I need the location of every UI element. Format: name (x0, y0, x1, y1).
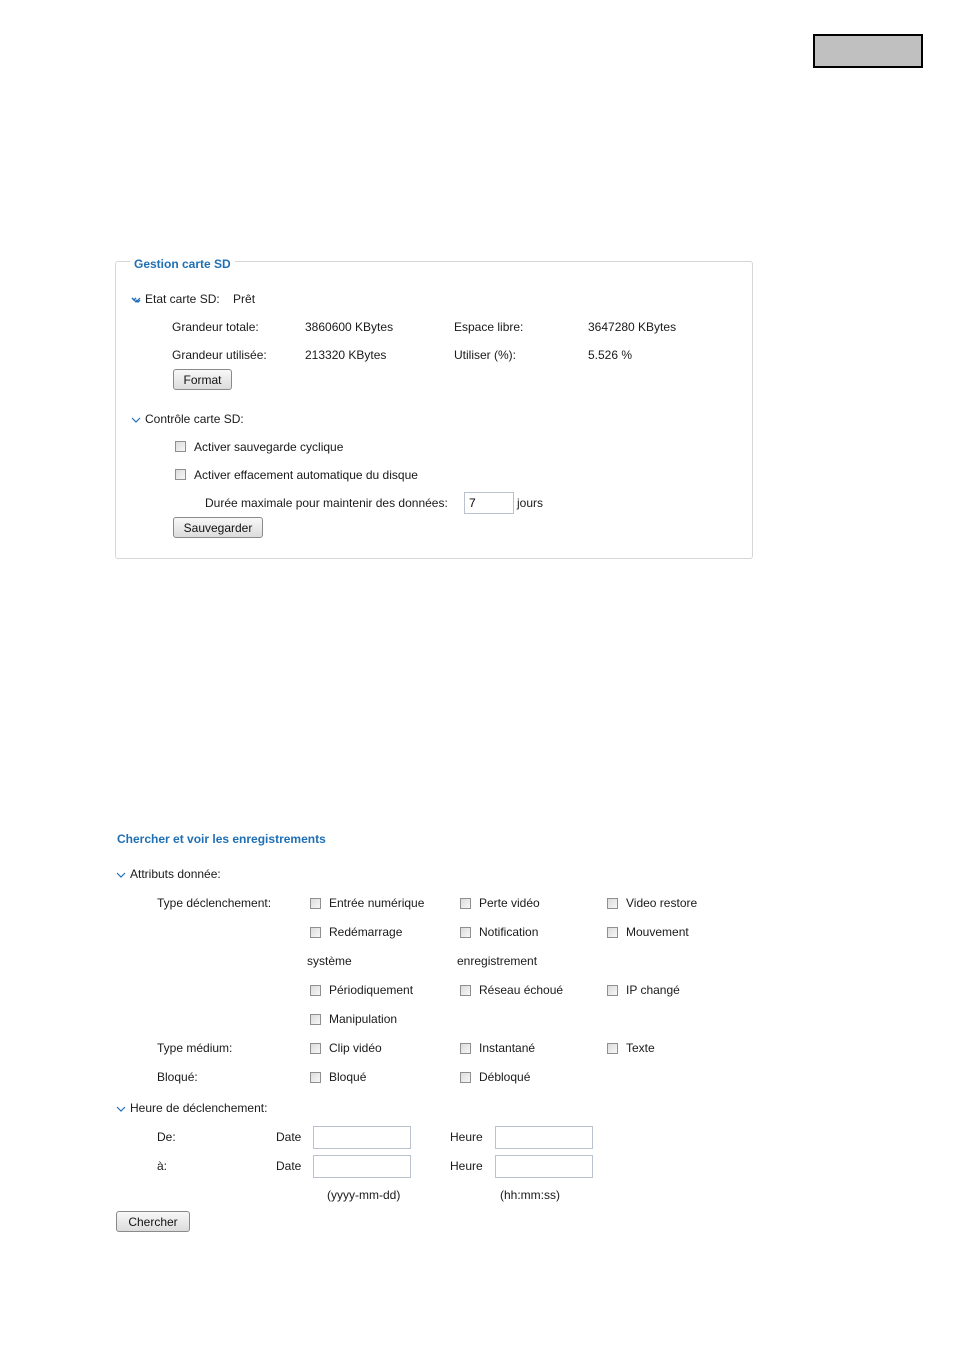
total-size-label: Grandeur totale: (172, 320, 259, 334)
unlocked-option-label: Débloqué (479, 1070, 531, 1084)
used-size-value: 213320 KBytes (305, 348, 387, 362)
auto-delete-label: Activer effacement automatique du disque (194, 468, 418, 482)
cyclic-recording-label: Activer sauvegarde cyclique (194, 440, 344, 454)
auto-delete-checkbox[interactable] (175, 469, 186, 480)
locked-label: Bloqué: (157, 1070, 198, 1084)
chevron-down-icon (131, 417, 141, 423)
save-button[interactable]: Sauvegarder (173, 517, 263, 538)
unlocked-checkbox[interactable] (460, 1072, 471, 1083)
from-time-input[interactable] (495, 1126, 593, 1149)
search-section-title: Chercher et voir les enregistrements (117, 832, 326, 846)
reboot-label: Redémarrage (329, 925, 403, 939)
usage-percent-label: Utiliser (%): (454, 348, 516, 362)
tampering-checkbox[interactable] (310, 1014, 321, 1025)
to-date-input[interactable] (313, 1155, 411, 1178)
clip-checkbox[interactable] (310, 1043, 321, 1054)
sd-status-row: Etat carte SD: Prêt (131, 292, 255, 306)
notification-label: Notification (479, 925, 539, 939)
network-fail-checkbox[interactable] (460, 985, 471, 996)
format-button[interactable]: Format (173, 369, 232, 390)
from-time-label: Heure (450, 1130, 483, 1144)
sd-control-label: Contrôle carte SD: (145, 412, 244, 426)
total-size-value: 3860600 KBytes (305, 320, 394, 334)
page-header-box (813, 34, 923, 68)
free-space-value: 3647280 KBytes (588, 320, 677, 334)
notification-label-cont: enregistrement (457, 954, 538, 968)
ip-changed-label: IP changé (626, 983, 680, 997)
max-duration-label: Durée maximale pour maintenir des donnée… (205, 496, 448, 510)
free-space-label: Espace libre: (454, 320, 524, 334)
clip-label: Clip vidéo (329, 1041, 382, 1055)
locked-option-label: Bloqué (329, 1070, 367, 1084)
to-time-input[interactable] (495, 1155, 593, 1178)
sd-status-value: Prêt (233, 292, 256, 306)
trigger-time-label: Heure de déclenchement: (130, 1101, 268, 1115)
used-size-label: Grandeur utilisée: (172, 348, 267, 362)
reboot-label-cont: système (307, 954, 352, 968)
from-label: De: (157, 1130, 176, 1144)
video-loss-label: Perte vidéo (479, 896, 540, 910)
days-unit-label: jours (517, 496, 544, 510)
video-restore-checkbox[interactable] (607, 898, 618, 909)
to-label: à: (157, 1159, 168, 1173)
periodic-checkbox[interactable] (310, 985, 321, 996)
video-loss-checkbox[interactable] (460, 898, 471, 909)
attributes-row: Attributs donnée: (116, 867, 221, 881)
sd-status-label: Etat carte SD: (145, 292, 220, 306)
motion-label: Mouvement (626, 925, 689, 939)
from-date-label: Date (276, 1130, 302, 1144)
snapshot-label: Instantané (479, 1041, 536, 1055)
trigger-time-row: Heure de déclenchement: (116, 1101, 267, 1115)
date-format-hint: (yyyy-mm-dd) (327, 1188, 401, 1202)
text-label: Texte (626, 1041, 655, 1055)
time-format-hint: (hh:mm:ss) (500, 1188, 560, 1202)
cyclic-recording-checkbox[interactable] (175, 441, 186, 452)
digital-input-checkbox[interactable] (310, 898, 321, 909)
network-fail-label: Réseau échoué (479, 983, 564, 997)
media-type-label: Type médium: (157, 1041, 233, 1055)
ip-changed-checkbox[interactable] (607, 985, 618, 996)
tampering-label: Manipulation (329, 1012, 398, 1026)
chevron-down-icon (131, 297, 141, 303)
video-restore-label: Video restore (626, 896, 698, 910)
snapshot-checkbox[interactable] (460, 1043, 471, 1054)
notification-checkbox[interactable] (460, 927, 471, 938)
to-date-label: Date (276, 1159, 302, 1173)
to-time-label: Heure (450, 1159, 483, 1173)
text-checkbox[interactable] (607, 1043, 618, 1054)
reboot-checkbox[interactable] (310, 927, 321, 938)
from-date-input[interactable] (313, 1126, 411, 1149)
sd-panel-legend: Gestion carte SD (130, 257, 235, 271)
periodic-label: Périodiquement (329, 983, 414, 997)
motion-checkbox[interactable] (607, 927, 618, 938)
locked-checkbox[interactable] (310, 1072, 321, 1083)
max-duration-input[interactable] (464, 492, 514, 514)
sd-control-row: Contrôle carte SD: (131, 412, 244, 426)
trigger-type-label: Type déclenchement: (157, 896, 272, 910)
usage-percent-value: 5.526 % (588, 348, 633, 362)
digital-input-label: Entrée numérique (329, 896, 425, 910)
search-button[interactable]: Chercher (116, 1211, 190, 1232)
chevron-down-icon (116, 872, 126, 878)
chevron-down-icon (116, 1106, 126, 1112)
attributes-label: Attributs donnée: (130, 867, 221, 881)
